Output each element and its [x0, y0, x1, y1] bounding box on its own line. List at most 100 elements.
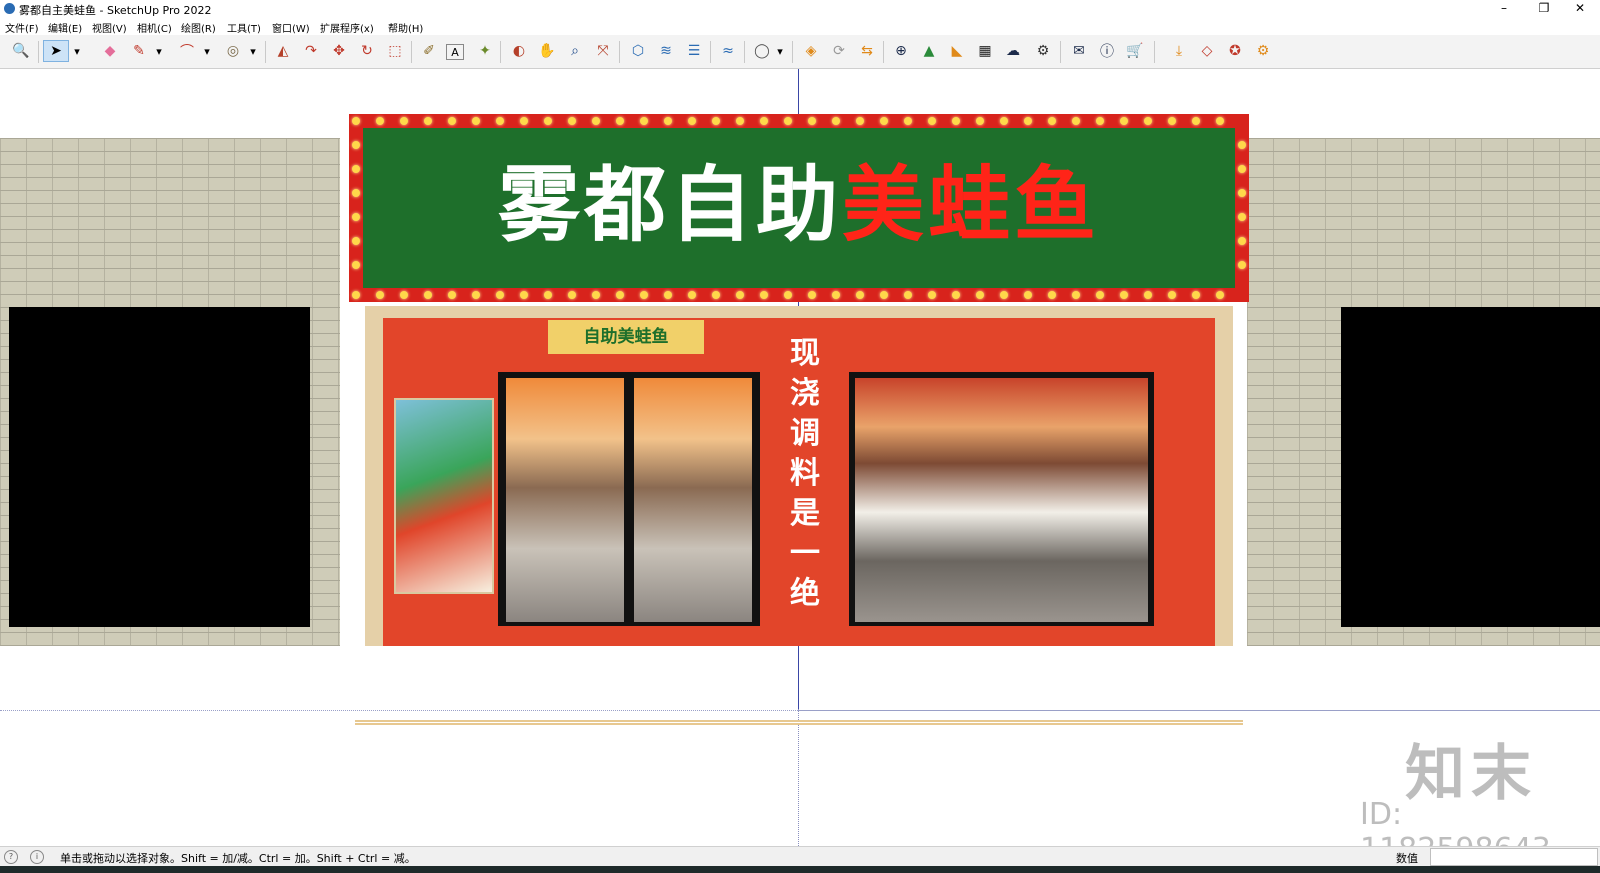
- checker-icon[interactable]: ▦: [974, 40, 996, 62]
- select-icon[interactable]: ➤: [43, 40, 69, 62]
- pan-icon[interactable]: ✋: [536, 40, 558, 62]
- stack-icon[interactable]: ◇: [1196, 40, 1218, 62]
- gear-icon[interactable]: ⚙: [1252, 40, 1274, 62]
- marquee-bulb: [880, 117, 888, 125]
- styles-icon[interactable]: ≈: [717, 40, 739, 62]
- marquee-bulb: [808, 291, 816, 299]
- marquee-bulb: [1192, 117, 1200, 125]
- marquee-bulb: [712, 291, 720, 299]
- 3d-viewport[interactable]: 雾都自助美蛙鱼 自助美蛙鱼 现 浇 调 料 是 一 绝 知末 ID: 11825…: [0, 69, 1600, 846]
- marquee-bulb: [1120, 117, 1128, 125]
- slogan-char: 料: [790, 456, 820, 491]
- measurements-input[interactable]: [1430, 848, 1598, 866]
- eraser-icon[interactable]: ◆: [99, 40, 121, 62]
- tree-icon[interactable]: ▲: [918, 40, 940, 62]
- menu-window[interactable]: 窗口(W): [272, 20, 310, 35]
- watermark-id: ID: 1182598643: [1360, 797, 1551, 846]
- marquee-bulb: [1168, 117, 1176, 125]
- toolbar-separator: [411, 41, 412, 63]
- maximize-button[interactable]: ❐: [1524, 0, 1564, 18]
- toolbar-separator: [500, 41, 501, 63]
- menu-help[interactable]: 帮助(H): [388, 20, 423, 35]
- marquee-bulb: [544, 117, 552, 125]
- slogan-char: 调: [790, 416, 820, 451]
- slogan-char: 浇: [790, 376, 820, 411]
- dropdown-icon[interactable]: ▾: [200, 40, 214, 62]
- menu-camera[interactable]: 相机(C): [137, 20, 172, 35]
- extension-icon[interactable]: ◈: [800, 40, 822, 62]
- slogan-char: 绝: [790, 576, 820, 611]
- move-icon[interactable]: ✥: [328, 40, 350, 62]
- geo-location-icon[interactable]: ?: [4, 850, 18, 864]
- paint-icon[interactable]: ✦: [474, 40, 496, 62]
- info-icon[interactable]: ⓘ: [1096, 40, 1118, 62]
- warehouse-icon[interactable]: ⬡: [627, 40, 649, 62]
- marquee-bulb: [1096, 117, 1104, 125]
- marquee-bulb: [640, 291, 648, 299]
- scale-icon[interactable]: ⬚: [384, 40, 406, 62]
- minimize-button[interactable]: –: [1484, 0, 1524, 18]
- zoom-icon[interactable]: ⌕: [564, 40, 586, 62]
- sync-icon[interactable]: ⟳: [828, 40, 850, 62]
- settings-icon[interactable]: ⚙: [1032, 40, 1054, 62]
- marquee-bulb: [856, 291, 864, 299]
- push-pull-icon[interactable]: ◭: [272, 40, 294, 62]
- marquee-bulb: [760, 117, 768, 125]
- sign-title-white: 雾都自助: [497, 158, 842, 253]
- cart-icon[interactable]: 🛒: [1124, 40, 1146, 62]
- marquee-bulb: [400, 291, 408, 299]
- pencil-icon[interactable]: ✎: [128, 40, 150, 62]
- marquee-bulb: [1144, 117, 1152, 125]
- marquee-bulb: [352, 165, 360, 173]
- red-axis-dotted: [0, 710, 798, 711]
- plugin-icon[interactable]: ✪: [1224, 40, 1246, 62]
- text-icon[interactable]: A: [446, 44, 464, 60]
- marquee-bulb: [832, 291, 840, 299]
- dropdown-icon[interactable]: ▾: [773, 40, 787, 62]
- marquee-bulb: [832, 117, 840, 125]
- download-icon[interactable]: ⤓: [1168, 40, 1190, 62]
- user-icon[interactable]: ◯: [751, 40, 773, 62]
- close-button[interactable]: ✕: [1560, 0, 1600, 18]
- marquee-bulb: [736, 291, 744, 299]
- menu-draw[interactable]: 绘图(R): [181, 20, 216, 35]
- dropdown-icon[interactable]: ▾: [246, 40, 260, 62]
- marquee-bulb: [904, 291, 912, 299]
- marquee-bulb: [376, 117, 384, 125]
- profile-icon[interactable]: ◣: [946, 40, 968, 62]
- tape-measure-icon[interactable]: ✐: [418, 40, 440, 62]
- menu-tools[interactable]: 工具(T): [227, 20, 261, 35]
- menu-view[interactable]: 视图(V): [92, 20, 127, 35]
- cloud-upload-icon[interactable]: ☁: [1002, 40, 1024, 62]
- add-icon[interactable]: ⊕: [890, 40, 912, 62]
- orbit-icon[interactable]: ◐: [508, 40, 530, 62]
- dropdown-icon[interactable]: ▾: [70, 40, 84, 62]
- mail-icon[interactable]: ✉: [1068, 40, 1090, 62]
- door-glass-pane: [634, 378, 752, 622]
- zoom-window-icon[interactable]: 🔍: [10, 40, 32, 62]
- components-icon[interactable]: ≋: [655, 40, 677, 62]
- menu-edit[interactable]: 编辑(E): [48, 20, 82, 35]
- marquee-bulb: [976, 291, 984, 299]
- toolbar-separator: [38, 41, 39, 63]
- marquee-bulb: [664, 291, 672, 299]
- follow-me-icon[interactable]: ↷: [300, 40, 322, 62]
- marquee-bulb: [1216, 291, 1224, 299]
- marquee-bulb: [1072, 117, 1080, 125]
- menu-file[interactable]: 文件(F): [5, 20, 39, 35]
- layers-icon[interactable]: ☰: [683, 40, 705, 62]
- marquee-bulb: [448, 291, 456, 299]
- slogan-char: 现: [790, 336, 820, 371]
- credits-icon[interactable]: i: [30, 850, 44, 864]
- paint-bucket-icon[interactable]: ◎: [222, 40, 244, 62]
- arc-icon[interactable]: ⌒: [176, 40, 198, 62]
- transfer-icon[interactable]: ⇆: [856, 40, 878, 62]
- zoom-extents-icon[interactable]: ⤧: [592, 40, 614, 62]
- marquee-bulb: [1048, 117, 1056, 125]
- marquee-bulb: [352, 189, 360, 197]
- dropdown-icon[interactable]: ▾: [152, 40, 166, 62]
- marquee-bulb: [1144, 291, 1152, 299]
- marquee-bulb: [592, 291, 600, 299]
- menu-extensions[interactable]: 扩展程序(x): [320, 20, 374, 35]
- rotate-icon[interactable]: ↻: [356, 40, 378, 62]
